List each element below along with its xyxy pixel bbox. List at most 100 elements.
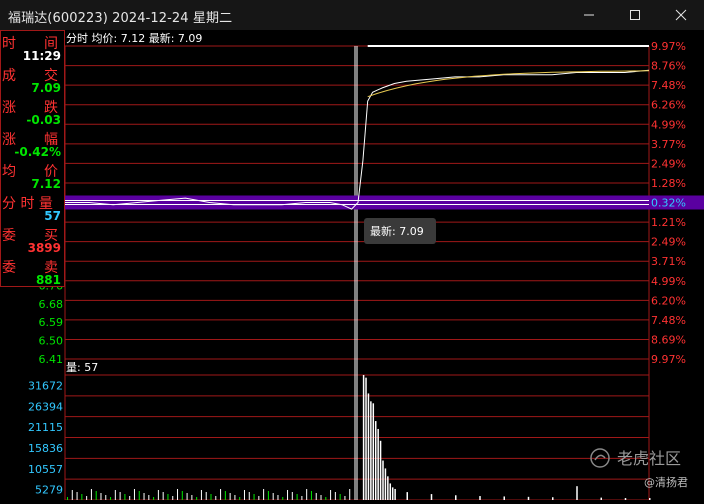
right-axis-label: 3.77% [651,138,686,151]
right-axis-label: 8.69% [651,333,686,346]
volume-bar [220,489,222,500]
volume-bar [90,489,92,500]
right-axis-label: 7.48% [651,314,686,327]
volume-bar [234,495,236,500]
volume-bar [287,490,289,500]
volume-bar [263,489,265,500]
volume-bar [177,489,179,500]
info-value: 3899 [28,241,61,255]
volume-bar [229,493,231,500]
volume-axis-label: 31672 [28,379,63,392]
info-value: 881 [36,273,61,287]
volume-bar [301,496,303,500]
volume-axis-label: 26394 [28,400,63,413]
volume-bar [105,495,107,500]
right-axis-label: 9.97% [651,353,686,366]
info-value: -0.03 [26,113,61,127]
volume-bar [167,494,169,500]
volume-bar [455,495,457,500]
minimize-icon [584,14,594,16]
volume-bar [291,492,293,500]
volume-bar [391,487,394,500]
volume-bar [191,495,193,500]
volume-bar [200,490,202,500]
right-axis-label: 7.48% [651,79,686,92]
minimize-button[interactable] [566,0,612,30]
volume-bar [143,493,145,500]
volume-bar [384,468,387,500]
info-value: 11:29 [23,49,61,63]
volume-bar [344,496,346,500]
volume-bar [148,495,150,500]
volume-bar [181,491,183,500]
volume-bar [315,493,317,500]
right-axis-label: 4.99% [651,118,686,131]
volume-bar [129,496,131,500]
left-axis-label: 6.50 [39,335,64,348]
intraday-chart[interactable]: 7.837.757.677.597.507.427.347.267.187.09… [0,30,704,501]
info-value: 7.09 [31,81,61,95]
info-value: -0.42% [14,145,61,159]
volume-bar [382,460,384,500]
volume-bar [162,492,164,500]
current-price-highlight [65,195,704,210]
right-axis-label: 1.21% [651,216,686,229]
volume-bar [377,428,379,500]
volume-bar [367,393,370,500]
right-axis-label: 6.20% [651,294,686,307]
right-axis-label: 9.97% [651,40,686,53]
volume-bar [138,491,140,500]
volume-bar [186,493,188,500]
volume-bar [503,496,505,500]
volume-bar [215,496,217,500]
volume-bar [100,493,102,500]
volume-bar [339,494,341,500]
maximize-button[interactable] [612,0,658,30]
left-axis-label: 6.59 [39,316,64,329]
price-tooltip: 最新: 7.09 [364,218,436,244]
volume-bar [406,492,408,500]
volume-bar [253,494,255,500]
volume-bar [124,494,126,500]
volume-bar [370,401,372,500]
volume-axis-label: 10557 [28,463,63,476]
volume-bar [277,495,279,500]
right-axis-label: 3.71% [651,255,686,268]
volume-bar [320,495,322,500]
right-axis-label: 4.99% [651,275,686,288]
volume-bar [76,492,78,500]
close-button[interactable] [658,0,704,30]
volume-bar [81,494,83,500]
volume-bar [374,421,377,500]
volume-bar [430,494,433,500]
right-axis-label: 2.49% [651,157,686,170]
volume-bar [334,492,336,500]
volume-bar [210,494,212,500]
volume-bar [296,494,298,500]
volume-bar [310,491,312,500]
volume-axis-label: 15836 [28,442,63,455]
tooltip-text: 最新: 7.09 [370,224,424,238]
volume-bar [267,491,269,500]
volume-axis-label: 5279 [35,484,63,497]
volume-axis-label: 21115 [28,421,63,434]
intraday-chart-svg[interactable]: 7.837.757.677.597.507.427.347.267.187.09… [0,30,704,501]
volume-bar [479,496,481,500]
right-axis-label: 8.76% [651,60,686,73]
chart-header-label: 分时 均价: 7.12 最新: 7.09 [66,31,202,45]
volume-bar [349,489,351,500]
volume-bar [306,489,308,500]
volume-bar [86,496,88,500]
left-axis-label: 6.68 [39,298,64,311]
volume-bar [372,403,375,500]
volume-bar [272,493,274,500]
window-titlebar: 福瑞达(600223) 2024-12-24 星期二 [0,0,704,30]
watermark-text: 老虎社区 [617,449,681,468]
volume-bar [394,488,396,500]
volume-bar [119,492,121,500]
volume-bar [362,375,365,500]
volume-bar [157,490,159,500]
left-axis-label: 6.41 [39,353,64,366]
volume-bar [243,490,245,500]
volume-bar [95,491,97,500]
